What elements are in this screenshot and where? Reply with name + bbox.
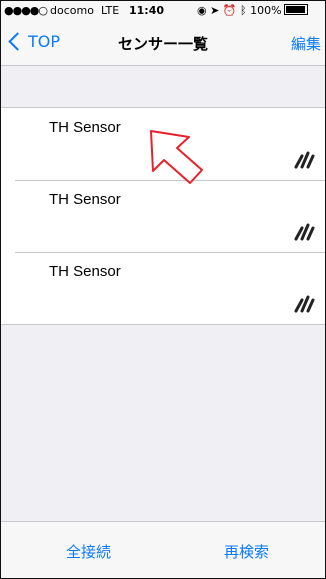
sensor-row[interactable]: TH Sensor <box>1 252 325 324</box>
status-right: ◉ ➤ ⏰ ᛒ 100% <box>197 4 308 17</box>
sensor-name: TH Sensor <box>49 119 121 136</box>
navigation-bar: TOP センサー一覧 編集 <box>1 19 325 66</box>
bottom-toolbar: 全接続 再検索 <box>1 521 325 578</box>
network: LTE <box>100 4 120 17</box>
signal-strength-icon <box>294 151 315 169</box>
page-title: センサー一覧 <box>117 35 208 53</box>
carrier: docomo <box>50 4 94 17</box>
signal-dots-icon: ●●●●○ <box>4 4 48 17</box>
alarm-icon: ⏰ <box>222 4 237 17</box>
sensor-name: TH Sensor <box>49 191 121 208</box>
lock-icon: ◉ <box>197 4 207 17</box>
status-time: 11:40 <box>129 4 165 17</box>
sensor-row[interactable]: TH Sensor <box>1 180 325 252</box>
connect-all-button[interactable]: 全接続 <box>66 541 111 562</box>
signal-strength-icon <box>294 295 315 313</box>
battery-percent: 100% <box>250 4 282 17</box>
bluetooth-icon: ᛒ <box>240 4 247 17</box>
battery-icon <box>283 4 308 15</box>
signal-strength-icon <box>294 223 315 241</box>
rescan-button[interactable]: 再検索 <box>224 541 269 562</box>
status-left: ●●●●○ docomo LTE <box>4 4 119 17</box>
sensor-list: TH Sensor TH Sensor TH Sensor <box>1 107 325 325</box>
sensor-name: TH Sensor <box>49 263 121 280</box>
sensor-row[interactable]: TH Sensor <box>1 108 325 180</box>
status-bar: ●●●●○ docomo LTE 11:40 ◉ ➤ ⏰ ᛒ 100% <box>1 1 325 19</box>
phone-screen: ●●●●○ docomo LTE 11:40 ◉ ➤ ⏰ ᛒ 100% TOP セ… <box>0 0 326 579</box>
edit-button[interactable]: 編集 <box>291 33 321 54</box>
location-icon: ➤ <box>210 4 220 17</box>
